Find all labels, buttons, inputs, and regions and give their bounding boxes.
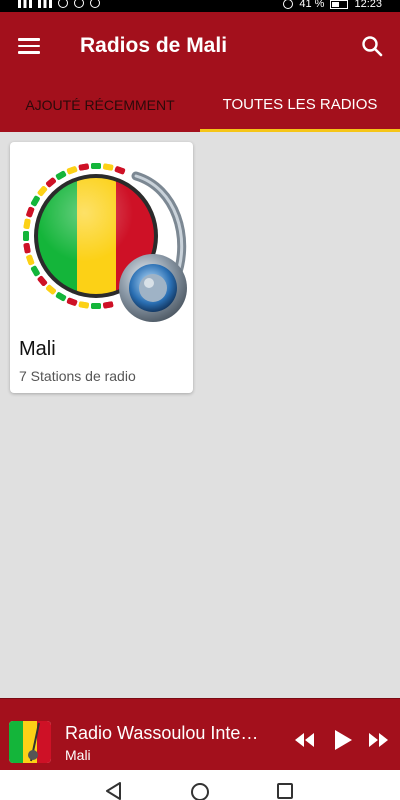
mini-player[interactable]: Radio Wassoulou Inte… Mali: [0, 698, 400, 770]
tab-bar: AJOUTÉ RÉCEMMENT TOUTES LES RADIOS: [0, 82, 400, 133]
tab-all-radios[interactable]: TOUTES LES RADIOS: [200, 82, 400, 133]
now-playing-title: Radio Wassoulou Inte…: [65, 723, 259, 743]
search-icon[interactable]: [360, 34, 384, 58]
station-thumbnail: [9, 721, 51, 763]
fast-forward-icon[interactable]: [366, 731, 390, 749]
app-title: Radios de Mali: [80, 34, 228, 57]
app-bar: Radios de Mali: [0, 12, 400, 82]
clock: 12:23: [354, 0, 382, 10]
status-icons-right: 41 % 12:23: [283, 0, 382, 10]
play-icon[interactable]: [332, 728, 354, 752]
signal-icon: [18, 0, 32, 8]
notification-icon: [90, 0, 100, 8]
home-icon[interactable]: [190, 782, 210, 800]
wifi-icon: [38, 0, 52, 8]
mali-flag-headphones-icon: [23, 163, 187, 322]
battery-icon: [330, 0, 349, 9]
eye-icon: [283, 0, 294, 9]
system-nav-bar: [0, 770, 400, 800]
country-card[interactable]: Mali 7 Stations de radio: [10, 142, 193, 393]
back-icon[interactable]: [104, 782, 124, 800]
notification-icon: [74, 0, 84, 8]
rewind-icon[interactable]: [293, 731, 317, 749]
card-title: Mali: [19, 338, 56, 360]
now-playing-subtitle: Mali: [65, 747, 91, 763]
mali-flag-thumbnail-icon: [9, 721, 51, 763]
hamburger-menu-icon[interactable]: [18, 34, 44, 60]
radio-grid: Mali 7 Stations de radio: [0, 132, 400, 698]
notification-icon: [58, 0, 68, 8]
status-bar: 41 % 12:23: [0, 0, 400, 12]
tab-recently-added[interactable]: AJOUTÉ RÉCEMMENT: [0, 82, 200, 132]
recents-icon[interactable]: [276, 782, 294, 800]
status-icons-left: [18, 0, 100, 8]
battery-percent: 41 %: [299, 0, 325, 10]
card-subtitle: 7 Stations de radio: [19, 368, 136, 384]
